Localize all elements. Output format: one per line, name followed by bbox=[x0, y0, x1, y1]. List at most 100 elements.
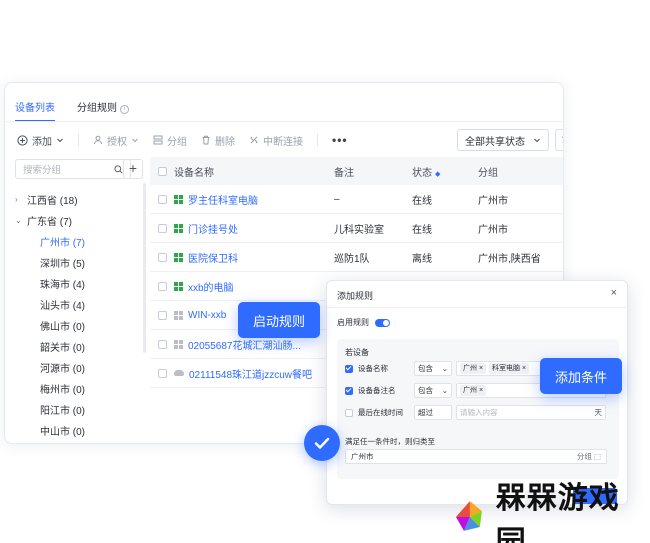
device-name-link[interactable]: 医院保卫科 bbox=[188, 250, 238, 265]
table-row[interactable]: 医院保卫科 巡防1队 离线 广州市,陕西省 bbox=[150, 243, 563, 272]
windows-icon bbox=[174, 339, 183, 349]
row-checkbox[interactable] bbox=[157, 252, 167, 262]
tab-group-rules-label: 分组规则 bbox=[77, 103, 117, 114]
watermark: 槑槑游戏园 bbox=[450, 481, 650, 543]
cloud-icon bbox=[174, 370, 184, 376]
group-search-input[interactable]: 搜索分组 bbox=[15, 159, 131, 179]
tree-scrollbar[interactable] bbox=[143, 183, 146, 353]
operator-select[interactable]: 包含 ⌄ bbox=[414, 361, 452, 376]
value-chip[interactable]: 科室电脑 × bbox=[489, 363, 530, 374]
tab-device-list[interactable]: 设备列表 bbox=[15, 99, 55, 122]
tabs-divider bbox=[5, 121, 563, 122]
row-checkbox-cell bbox=[150, 194, 174, 204]
row-checkbox[interactable] bbox=[157, 339, 167, 349]
condition-value-input[interactable]: 请输入内容 天 bbox=[456, 405, 606, 420]
row-checkbox[interactable] bbox=[157, 194, 167, 204]
row-checkbox[interactable] bbox=[157, 310, 167, 320]
tree-node-heyuan[interactable]: 河源市 (0) bbox=[15, 357, 147, 378]
tree-node-foshan[interactable]: 佛山市 (0) bbox=[15, 315, 147, 336]
device-name-cell: 罗主任科室电脑 bbox=[174, 192, 334, 207]
chevron-right-icon[interactable]: › bbox=[15, 195, 27, 204]
tab-bar: 设备列表 分组规则 i bbox=[15, 99, 129, 122]
share-status-select[interactable]: 全部共享状态 bbox=[457, 129, 549, 151]
toolbar-divider bbox=[317, 134, 318, 146]
row-checkbox[interactable] bbox=[157, 368, 167, 378]
disconnect-icon bbox=[250, 136, 258, 144]
enable-rule-toggle[interactable] bbox=[375, 318, 390, 327]
tree-node-guangdong[interactable]: ⌄ 广东省 (7) bbox=[15, 210, 147, 231]
more-icon[interactable]: ••• bbox=[332, 133, 348, 147]
tree-node-zhuhai[interactable]: 珠海市 (4) bbox=[15, 273, 147, 294]
tree-node-guangzhou[interactable]: 广州市 (7) bbox=[15, 231, 147, 252]
row-checkbox-cell bbox=[150, 310, 174, 320]
status-cell: 在线 bbox=[412, 195, 432, 207]
dialog-title: 添加规则 bbox=[337, 291, 374, 301]
tree-node-jiangxi[interactable]: › 江西省 (18) bbox=[15, 189, 147, 210]
sort-icon[interactable]: ◆ bbox=[435, 171, 440, 178]
user-icon bbox=[94, 135, 102, 145]
chevron-down-icon: ⌄ bbox=[441, 386, 448, 395]
row-checkbox-cell bbox=[150, 281, 174, 291]
condition-last-online: 最后在线时间 超过 请输入内容 天 bbox=[345, 405, 606, 420]
row-checkbox[interactable] bbox=[157, 223, 167, 233]
operator-value: 包含 bbox=[418, 386, 433, 395]
condition-label: 设备备注名 bbox=[358, 386, 396, 395]
chevron-down-icon[interactable]: ⌄ bbox=[15, 216, 27, 225]
windows-icon bbox=[174, 223, 183, 233]
condition-checkbox[interactable] bbox=[345, 364, 353, 373]
value-placeholder: 请输入内容 bbox=[460, 408, 498, 417]
select-all-checkbox[interactable] bbox=[157, 166, 167, 176]
status-cell: 离线 bbox=[412, 253, 432, 265]
header-status[interactable]: 状态 ◆ bbox=[412, 164, 478, 179]
tree-node-meizhou[interactable]: 梅州市 (0) bbox=[15, 378, 147, 399]
tree-node-shenzhen[interactable]: 深圳市 (5) bbox=[15, 252, 147, 273]
value-chip[interactable]: 广州 × bbox=[460, 363, 487, 374]
device-name-link[interactable]: 02111548珠江道jzzcuw餐吧 bbox=[189, 366, 312, 381]
search-icon bbox=[114, 164, 123, 174]
delete-button[interactable]: 删除 bbox=[201, 133, 235, 148]
tree-node-yangjiang[interactable]: 阳江市 (0) bbox=[15, 399, 147, 420]
share-status-value: 全部共享状态 bbox=[465, 136, 525, 148]
add-button[interactable]: 添加 bbox=[17, 133, 64, 148]
toolbar: 添加 授权 分组 删除 中断连接 ••• 全部共享状态 全 bbox=[17, 129, 563, 151]
table-row[interactable]: 门诊挂号处 儿科实验室 在线 广州市 bbox=[150, 214, 563, 243]
group-cell: 广州市 bbox=[478, 195, 508, 207]
windows-icon bbox=[174, 252, 183, 262]
device-name-link[interactable]: WIN-xxb bbox=[188, 310, 226, 321]
tree-node-label: 广东省 (7) bbox=[27, 217, 72, 228]
device-name-cell: xxb的电脑 bbox=[174, 279, 334, 294]
close-icon[interactable]: × bbox=[611, 287, 617, 299]
device-name-link[interactable]: 门诊挂号处 bbox=[188, 221, 238, 236]
device-name-link[interactable]: xxb的电脑 bbox=[188, 279, 234, 294]
row-checkbox-cell bbox=[150, 368, 174, 378]
group-button[interactable]: 分组 bbox=[153, 133, 187, 148]
watermark-text: 槑槑游戏园 bbox=[495, 481, 620, 543]
table-row[interactable]: 罗主任科室电脑 – 在线 广州市 bbox=[150, 185, 563, 214]
info-icon[interactable]: i bbox=[120, 105, 129, 114]
tree-list: › 江西省 (18) ⌄ 广东省 (7) 广州市 (7) 深圳市 (5) 珠海市 (… bbox=[15, 189, 147, 441]
checkmark-glyph bbox=[314, 437, 330, 449]
tab-group-rules[interactable]: 分组规则 i bbox=[77, 99, 129, 122]
header-group: 分组 bbox=[478, 167, 498, 179]
authorize-button[interactable]: 授权 bbox=[93, 133, 139, 148]
enable-rule-row: 启用规则 bbox=[337, 317, 390, 328]
row-checkbox[interactable] bbox=[157, 281, 167, 291]
tree-node-shantou[interactable]: 汕头市 (4) bbox=[15, 294, 147, 315]
interrupt-connection-button[interactable]: 中断连接 bbox=[249, 133, 303, 148]
tree-node-label: 江西省 (18) bbox=[27, 196, 78, 207]
add-group-button[interactable]: + bbox=[123, 159, 143, 179]
condition-checkbox[interactable] bbox=[345, 408, 353, 417]
condition-label: 设备名称 bbox=[358, 364, 388, 373]
device-name-link[interactable]: 罗主任科室电脑 bbox=[188, 192, 258, 207]
target-group-select[interactable]: 广州市 分组 ⬚ bbox=[345, 449, 607, 464]
group-button-label: 分组 bbox=[167, 136, 187, 148]
second-filter-select[interactable]: 全 bbox=[555, 129, 563, 151]
group-tree: 搜索分组 + › 江西省 (18) ⌄ 广东省 (7) 广州市 (7) 深圳市 (5… bbox=[15, 159, 147, 443]
tree-node-zhongshan[interactable]: 中山市 (0) bbox=[15, 420, 147, 441]
operator-select[interactable]: 包含 ⌄ bbox=[414, 383, 452, 398]
value-chip[interactable]: 广州 × bbox=[460, 385, 487, 396]
condition-checkbox[interactable] bbox=[345, 386, 353, 395]
device-name-link[interactable]: 02055687花城汇潮汕肠... bbox=[188, 337, 301, 352]
operator-select[interactable]: 超过 bbox=[414, 405, 452, 420]
tree-node-shaoguan[interactable]: 韶关市 (0) bbox=[15, 336, 147, 357]
